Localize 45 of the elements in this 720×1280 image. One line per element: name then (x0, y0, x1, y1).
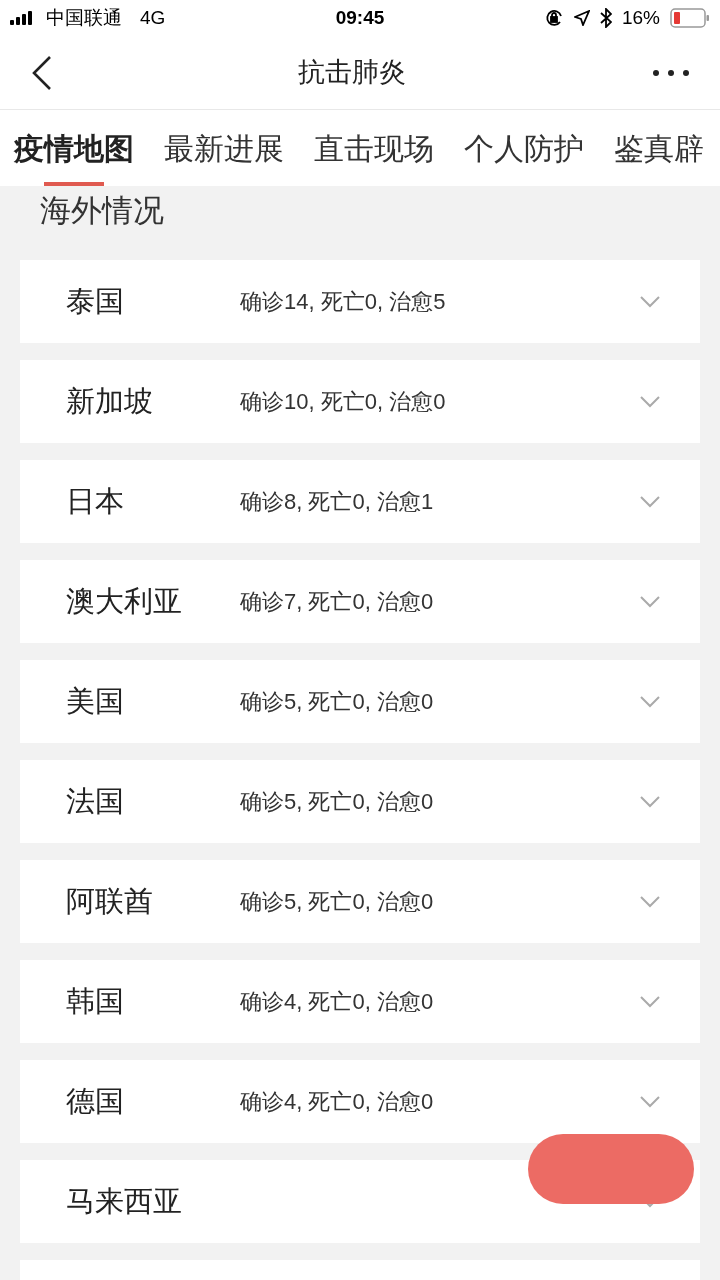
tab[interactable]: 鉴真辟 (614, 110, 704, 186)
country-name: 美国 (66, 683, 125, 719)
back-icon[interactable] (30, 54, 52, 91)
country-name: 德国 (66, 1083, 125, 1119)
more-icon[interactable] (652, 68, 690, 77)
country-name: 泰国 (66, 283, 125, 319)
tab[interactable]: 最新进展 (164, 110, 284, 186)
country-row[interactable]: 法国 确诊5, 死亡0, 治愈0 (20, 760, 700, 843)
case-stats: 确诊8, 死亡0, 治愈1 (240, 488, 435, 516)
country-row[interactable]: 德国 确诊4, 死亡0, 治愈0 (20, 1060, 700, 1143)
country-row[interactable]: 澳大利亚 确诊7, 死亡0, 治愈0 (20, 560, 700, 643)
case-stats: 确诊14, 死亡0, 治愈5 (240, 288, 447, 316)
bluetooth-icon (599, 8, 612, 28)
case-stats: 确诊7, 死亡0, 治愈0 (240, 588, 435, 616)
country-row[interactable]: 阿联酋 确诊5, 死亡0, 治愈0 (20, 860, 700, 943)
case-stats: 确诊4, 死亡0, 治愈0 (240, 988, 435, 1016)
tab-underline (44, 182, 104, 186)
country-row[interactable]: 新加坡 确诊10, 死亡0, 治愈0 (20, 360, 700, 443)
country-name: 法国 (66, 783, 125, 819)
location-icon (573, 10, 590, 26)
tab[interactable]: 疫情地图 (14, 110, 134, 186)
case-stats: 确诊4, 死亡0, 治愈0 (240, 1088, 435, 1116)
page-title: 抗击肺炎 (298, 56, 406, 90)
battery-icon (670, 8, 710, 28)
country-row[interactable]: 美国 确诊5, 死亡0, 治愈0 (20, 660, 700, 743)
country-name: 澳大利亚 (66, 583, 183, 619)
country-name: 新加坡 (66, 383, 154, 419)
case-stats: 确诊10, 死亡0, 治愈0 (240, 388, 447, 416)
case-stats: 确诊5, 死亡0, 治愈0 (240, 788, 435, 816)
network-type: 4G (140, 5, 166, 30)
country-name: 日本 (66, 483, 125, 519)
tab[interactable]: 个人防护 (464, 110, 584, 186)
country-name: 阿联酋 (66, 883, 154, 919)
country-row[interactable]: 泰国 确诊14, 死亡0, 治愈5 (20, 260, 700, 343)
carrier-name: 中国联通 (46, 5, 122, 30)
tab[interactable]: 直击现场 (314, 110, 434, 186)
country-name: 韩国 (66, 983, 125, 1019)
country-row[interactable]: 韩国 确诊4, 死亡0, 治愈0 (20, 960, 700, 1043)
country-name: 马来西亚 (66, 1183, 183, 1219)
battery-percent: 16% (621, 5, 660, 30)
status-time: 09:45 (335, 5, 385, 30)
section-title: 海外情况 (39, 191, 165, 230)
case-stats: 确诊5, 死亡0, 治愈0 (240, 888, 435, 916)
case-stats: 确诊5, 死亡0, 治愈0 (240, 688, 435, 716)
country-row[interactable]: 日本 确诊8, 死亡0, 治愈1 (20, 460, 700, 543)
